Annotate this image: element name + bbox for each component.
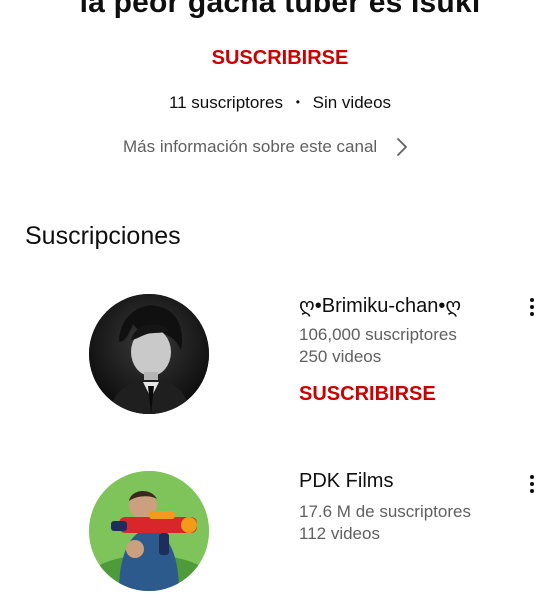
channel-avatar-grayscale-portrait	[89, 294, 209, 414]
subscription-videos: 250 videos	[299, 347, 382, 366]
subscription-item[interactable]: PDK Films 17.6 M de suscriptores 112 vid…	[0, 470, 560, 610]
channel-avatar[interactable]	[89, 471, 209, 591]
subscriber-count: 11 suscriptores	[168, 93, 283, 112]
subscription-item[interactable]: ღ•Brimiku-chan•ღ 106,000 suscriptores 25…	[0, 293, 560, 433]
subscription-subscribers: 17.6 M de suscriptores	[299, 502, 471, 521]
subscription-name[interactable]: PDK Films	[299, 470, 393, 493]
channel-title: la peor gacha tuber es Isuki	[79, 0, 481, 19]
channel-avatar-nerf-blaster	[89, 471, 209, 591]
more-vert-icon[interactable]	[524, 472, 540, 496]
subscription-subscribers: 106,000 suscriptores	[299, 325, 457, 344]
channel-stats: 11 suscriptores • Sin videos	[0, 93, 560, 113]
video-count: Sin videos	[312, 93, 392, 112]
stats-separator: •	[295, 95, 300, 109]
subscription-name[interactable]: ღ•Brimiku-chan•ღ	[299, 293, 461, 318]
more-info-link[interactable]: Más información sobre este canal	[123, 136, 409, 158]
subscription-subscribe-button[interactable]: SUSCRIBIRSE	[299, 383, 436, 406]
section-title: Suscripciones	[25, 222, 181, 250]
subscription-videos: 112 videos	[299, 524, 380, 543]
channel-avatar[interactable]	[89, 294, 209, 414]
more-vert-icon[interactable]	[524, 295, 540, 319]
subscribe-button[interactable]: SUSCRIBIRSE	[0, 47, 560, 70]
chevron-right-icon	[397, 138, 408, 156]
more-info-label: Más información sobre este canal	[123, 137, 378, 156]
